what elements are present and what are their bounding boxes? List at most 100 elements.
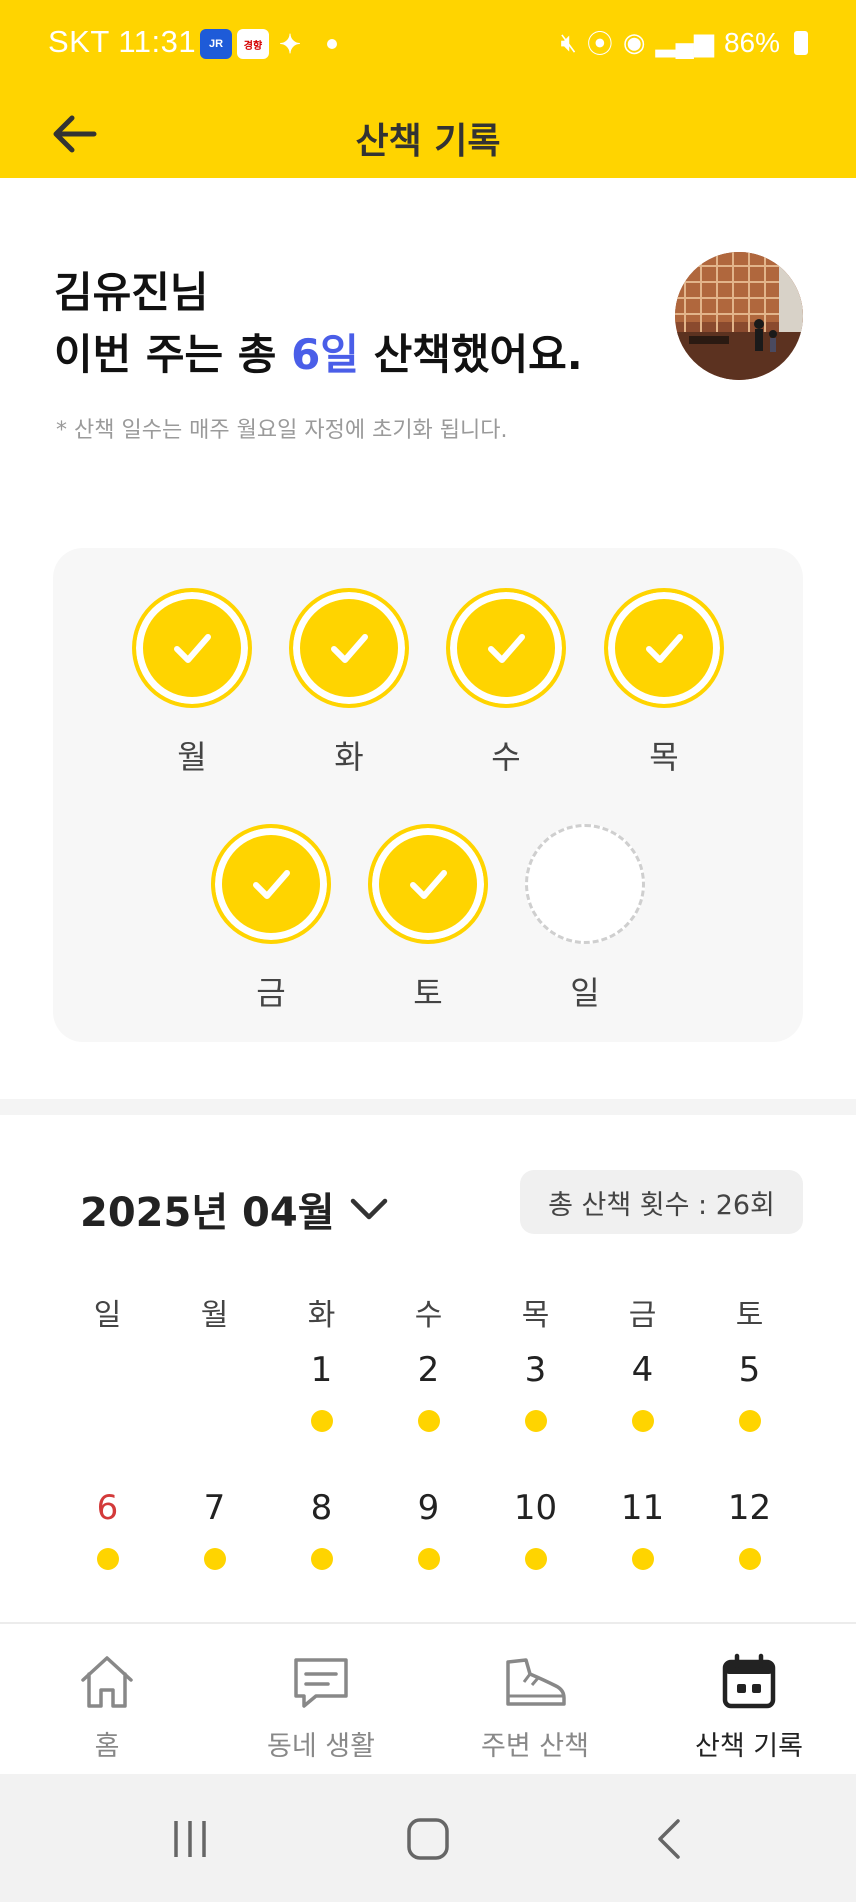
calendar-day[interactable]: 11 [589, 1488, 696, 1570]
calendar-day[interactable]: 9 [375, 1488, 482, 1570]
avatar[interactable] [675, 252, 803, 380]
month-label: 2025년 04월 [80, 1190, 335, 1236]
check-circle-icon [289, 588, 409, 708]
home-system-button[interactable] [398, 1814, 458, 1864]
empty-circle-icon [525, 824, 645, 944]
check-circle-icon [604, 588, 724, 708]
day-number: 12 [727, 1488, 772, 1528]
jr-app-icon: JR [200, 29, 232, 59]
total-walks-badge: 총 산책 횟수 : 26회 [520, 1170, 803, 1234]
hotspot-icon: ◉ [622, 27, 646, 57]
location-icon: ⦿ [586, 29, 613, 59]
walk-dot-icon [524, 1410, 547, 1432]
walk-dot-icon [417, 1410, 440, 1432]
chevron-left-icon [658, 1819, 680, 1859]
walk-prefix: 이번 주는 총 [54, 330, 292, 379]
weekday-header: 화 [307, 1298, 336, 1333]
profile-photo [675, 252, 803, 380]
calendar-icon [722, 1653, 776, 1709]
nav-nearby-walk[interactable]: 주변 산책 [428, 1624, 642, 1776]
mute-icon: 🔇︎ [560, 26, 577, 57]
day-label: 목 [649, 738, 679, 776]
recent-apps-icon [174, 1821, 206, 1857]
weekday-header: 토 [735, 1298, 764, 1333]
bottom-nav: 홈 동네 생활 주변 산책 산책 기록 [0, 1622, 856, 1774]
calendar-day[interactable]: 1 [268, 1350, 375, 1432]
day-mon: 월 [132, 588, 252, 778]
calendar-day[interactable]: 5 [696, 1350, 803, 1432]
check-circle-icon [211, 824, 331, 944]
calendar-day[interactable]: 7 [161, 1488, 268, 1570]
system-nav-bar [0, 1774, 856, 1902]
day-fri: 금 [211, 824, 331, 1014]
figure-app-icon: ✦ [279, 28, 301, 59]
chat-icon [294, 1658, 348, 1708]
day-number: 11 [620, 1488, 665, 1528]
nav-label: 주변 산책 [481, 1731, 589, 1762]
day-wed: 수 [446, 588, 566, 778]
nav-home[interactable]: 홈 [0, 1624, 214, 1776]
battery-percent: 86% [723, 26, 780, 58]
day-label: 화 [334, 738, 364, 776]
check-circle-icon [132, 588, 252, 708]
status-bar: SKT 11:31 JR 경향 ✦ 🔇︎ ⦿ ◉ ▂▄▆ 86% [0, 0, 856, 90]
month-selector[interactable]: 2025년 04월 [80, 1180, 389, 1238]
weekday-header: 금 [628, 1298, 657, 1333]
calendar-day[interactable]: 2 [375, 1350, 482, 1432]
day-label: 금 [256, 974, 286, 1012]
news-app-icon: 경향 [237, 29, 269, 59]
signal-icon: ▂▄▆ [655, 27, 714, 57]
day-number: 2 [417, 1350, 440, 1390]
weekday-header: 일 [93, 1298, 122, 1333]
day-number: 4 [631, 1350, 654, 1390]
day-tue: 화 [289, 588, 409, 778]
walk-dot-icon [417, 1548, 440, 1570]
page-title: 산책 기록 [355, 121, 501, 162]
nav-walk-record[interactable]: 산책 기록 [642, 1624, 856, 1776]
back-system-button[interactable] [640, 1814, 700, 1864]
walk-suffix: 산책했어요. [358, 330, 583, 379]
check-circle-icon [446, 588, 566, 708]
walk-dot-icon [310, 1548, 333, 1570]
calendar-day[interactable]: 10 [482, 1488, 589, 1570]
walk-summary: 김유진님 이번 주는 총 6일 산책했어요. [54, 262, 583, 386]
battery-icon [794, 30, 808, 55]
calendar-day[interactable]: 3 [482, 1350, 589, 1432]
nav-community[interactable]: 동네 생활 [214, 1624, 428, 1776]
shoe-icon [506, 1658, 566, 1706]
recent-apps-button[interactable] [160, 1814, 220, 1864]
day-label: 일 [570, 974, 600, 1012]
walk-dot-icon [738, 1548, 761, 1570]
day-sat: 토 [368, 824, 488, 1014]
app-bar: 산책 기록 [0, 90, 856, 178]
calendar-day[interactable]: 12 [696, 1488, 803, 1570]
day-number: 10 [513, 1488, 558, 1528]
nav-label: 홈 [94, 1731, 120, 1762]
walk-count-line: 이번 주는 총 6일 산책했어요. [54, 324, 583, 386]
status-time: SKT 11:31 [48, 24, 197, 59]
day-thu: 목 [604, 588, 724, 778]
day-number: 9 [417, 1488, 440, 1528]
day-number: 6 [96, 1488, 119, 1528]
weekday-header: 목 [521, 1298, 550, 1333]
calendar-day[interactable]: 6 [54, 1488, 161, 1570]
calendar-day[interactable]: 4 [589, 1350, 696, 1432]
day-sun: 일 [525, 824, 645, 1014]
walk-dot-icon [631, 1548, 654, 1570]
nav-label: 동네 생활 [267, 1731, 375, 1762]
walk-dot-icon [631, 1410, 654, 1432]
day-number: 8 [310, 1488, 333, 1528]
day-number: 5 [738, 1350, 761, 1390]
walk-dot-icon [203, 1548, 226, 1570]
calendar-day[interactable]: 8 [268, 1488, 375, 1570]
walk-dot-icon [738, 1410, 761, 1432]
check-circle-icon [368, 824, 488, 944]
user-name: 김유진님 [54, 268, 209, 317]
section-divider [0, 1099, 856, 1115]
day-number: 1 [310, 1350, 333, 1390]
day-label: 수 [491, 738, 521, 776]
walk-dot-icon [524, 1548, 547, 1570]
weekday-header: 월 [200, 1298, 229, 1333]
reset-note: * 산책 일수는 매주 월요일 자정에 초기화 됩니다. [56, 418, 508, 443]
day-label: 월 [177, 738, 207, 776]
